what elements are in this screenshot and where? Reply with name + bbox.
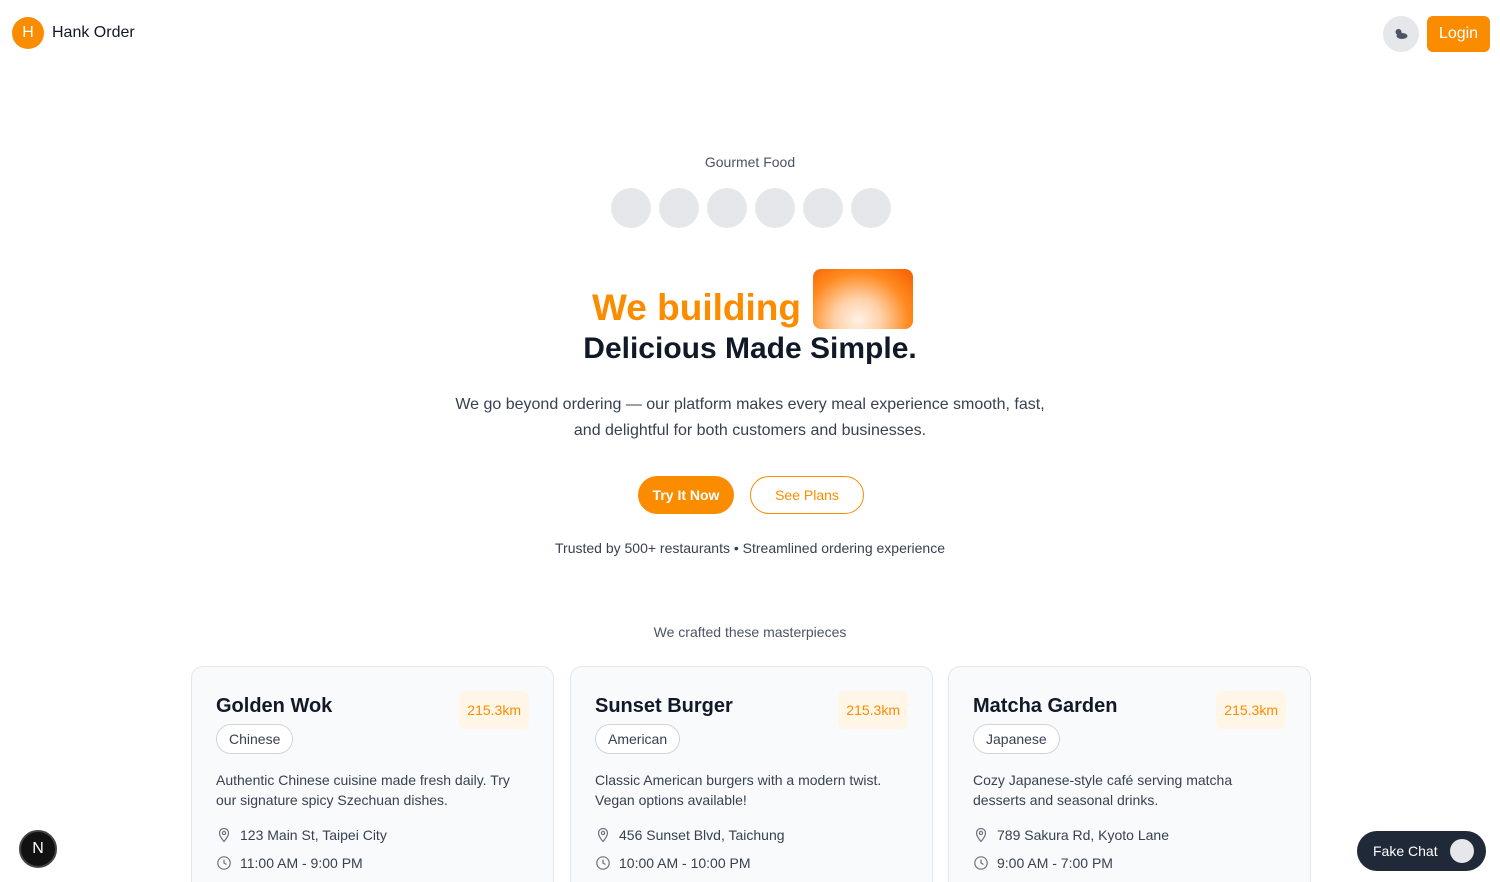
avatar (755, 188, 795, 228)
distance-badge: 215.3km (459, 691, 529, 729)
restaurant-name: Matcha Garden (973, 695, 1118, 717)
cuisine-tag: American (595, 724, 681, 754)
avatar (707, 188, 747, 228)
theme-toggle-button[interactable] (1383, 16, 1419, 52)
section-label: We crafted these masterpieces (653, 624, 847, 640)
dev-tools-button[interactable]: N (19, 830, 57, 868)
hours-text: 9:00 AM - 7:00 PM (997, 855, 1113, 871)
clock-icon (596, 856, 610, 870)
distance-badge: 215.3km (838, 691, 908, 729)
location-pin-icon (597, 827, 609, 843)
brand[interactable]: H Hank Order (12, 17, 135, 49)
trust-text: Trusted by 500+ restaurants • Streamline… (555, 540, 945, 556)
restaurant-card[interactable]: Golden Wok 215.3km Chinese Authentic Chi… (191, 666, 554, 882)
hours-text: 10:00 AM - 10:00 PM (619, 855, 751, 871)
clock-icon (974, 856, 988, 870)
avatar (611, 188, 651, 228)
address-row: 123 Main St, Taipei City (216, 827, 387, 843)
brand-avatar: H (12, 17, 44, 49)
avatar-row (611, 188, 891, 228)
page-title: Delicious Made Simple. (583, 332, 917, 365)
login-button[interactable]: Login (1427, 16, 1490, 52)
restaurant-name: Sunset Burger (595, 695, 733, 717)
try-it-now-button[interactable]: Try It Now (638, 476, 734, 514)
address-text: 123 Main St, Taipei City (240, 827, 387, 843)
food-image (812, 269, 913, 329)
clock-icon (217, 856, 231, 870)
brand-name: Hank Order (52, 24, 135, 41)
see-plans-button[interactable]: See Plans (750, 476, 864, 514)
address-text: 456 Sunset Blvd, Taichung (619, 827, 785, 843)
restaurant-name: Golden Wok (216, 695, 333, 717)
avatar (659, 188, 699, 228)
location-pin-icon (975, 827, 987, 843)
distance-badge: 215.3km (1216, 691, 1286, 729)
headline-row: We building (592, 260, 913, 338)
fake-chat-button[interactable]: Fake Chat (1357, 831, 1486, 871)
cuisine-tag: Japanese (973, 724, 1060, 754)
chat-label: Fake Chat (1373, 843, 1438, 859)
restaurant-description: Classic American burgers with a modern t… (595, 772, 882, 808)
top-nav: H Hank Order Login (0, 0, 1500, 66)
restaurant-description: Authentic Chinese cuisine made fresh dai… (216, 772, 510, 808)
chat-avatar (1449, 839, 1474, 863)
avatar (851, 188, 891, 228)
hours-row: 9:00 AM - 7:00 PM (973, 855, 1113, 871)
restaurant-card[interactable]: Matcha Garden 215.3km Japanese Cozy Japa… (948, 666, 1311, 882)
cuisine-tag: Chinese (216, 724, 294, 754)
location-pin-icon (218, 827, 230, 843)
avatar (803, 188, 843, 228)
hours-row: 11:00 AM - 9:00 PM (216, 855, 363, 871)
address-text: 789 Sakura Rd, Kyoto Lane (997, 827, 1170, 843)
restaurant-card[interactable]: Sunset Burger 215.3km American Classic A… (570, 666, 933, 882)
hours-text: 11:00 AM - 9:00 PM (240, 855, 363, 871)
address-row: 456 Sunset Blvd, Taichung (595, 827, 785, 843)
restaurant-description: Cozy Japanese-style café serving matcha … (973, 772, 1233, 808)
headline-accent: We building (592, 287, 801, 328)
cta-row: Try It Now See Plans (638, 476, 864, 514)
address-row: 789 Sakura Rd, Kyoto Lane (973, 827, 1169, 843)
cloud-icon (1395, 29, 1408, 39)
hero-eyebrow: Gourmet Food (704, 154, 796, 170)
hours-row: 10:00 AM - 10:00 PM (595, 855, 751, 871)
hero-description: We go beyond ordering — our platform mak… (455, 396, 1045, 439)
